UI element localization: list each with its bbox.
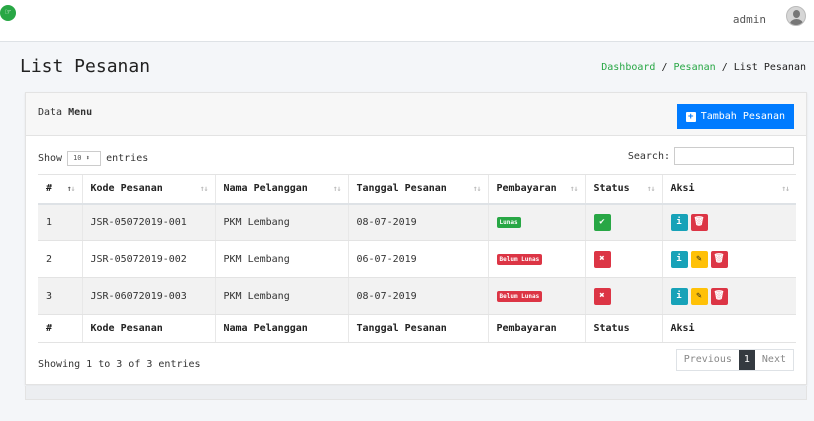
- previous-page-button[interactable]: Previous: [677, 350, 739, 370]
- footer-header-number: #: [38, 314, 82, 343]
- trash-icon[interactable]: 🗑: [710, 287, 728, 305]
- card-title: Data Menu: [38, 107, 92, 118]
- breadcrumb-pesanan[interactable]: Pesanan: [674, 62, 716, 73]
- column-header-kode[interactable]: Kode Pesanan ↑↓: [81, 174, 215, 205]
- cell-nama: PKM Lembang: [214, 277, 348, 315]
- breadcrumb-separator: /: [721, 62, 734, 73]
- user-avatar[interactable]: [786, 6, 806, 26]
- page-title: List Pesanan: [20, 56, 151, 77]
- payment-status-badge: Belum Lunas: [496, 291, 543, 302]
- cell-tanggal: 06-07-2019: [347, 240, 488, 278]
- pencil-icon[interactable]: ✎: [690, 287, 708, 305]
- table-footer-row: # Kode Pesanan Nama Pelanggan Tanggal Pe…: [38, 314, 796, 343]
- cell-pembayaran: Belum Lunas: [487, 277, 585, 315]
- table-header-row: # ↑↓ Kode Pesanan ↑↓ Nama Pelanggan ↑↓ Tang…: [38, 174, 796, 205]
- table-row: 2 JSR-05072019-002 PKM Lembang 06-07-201…: [38, 240, 796, 278]
- user-name[interactable]: admin: [733, 13, 766, 26]
- cell-pembayaran: Lunas: [487, 203, 585, 241]
- sort-icon: ↑↓: [332, 184, 342, 193]
- cell-kode: JSR-05072019-001: [81, 203, 215, 241]
- payment-status-badge: Lunas: [496, 217, 521, 229]
- cell-number: 3: [38, 277, 82, 315]
- column-header-nama[interactable]: Nama Pelanggan ↑↓: [214, 174, 348, 205]
- cell-number: 2: [38, 240, 82, 278]
- next-page-button[interactable]: Next: [755, 350, 793, 370]
- search-label: Search:: [627, 150, 670, 162]
- breadcrumb-current: List Pesanan: [733, 62, 806, 73]
- add-order-label: Tambah Pesanan: [700, 111, 785, 122]
- logo-icon[interactable]: ☞: [0, 5, 16, 21]
- column-header-number[interactable]: # ↑↓: [38, 174, 82, 205]
- check-icon[interactable]: ✔: [593, 213, 611, 231]
- footer-header-pembayaran: Pembayaran: [487, 314, 585, 343]
- footer-header-status: Status: [584, 314, 662, 343]
- footer-header-nama: Nama Pelanggan: [214, 314, 348, 343]
- data-card: Data Menu + Tambah Pesanan Show 10 ⬍ ent…: [25, 92, 807, 385]
- cell-status: ✔: [584, 203, 662, 241]
- table-info: Showing 1 to 3 of 3 entries: [38, 359, 201, 370]
- column-header-aksi[interactable]: Aksi ↑↓: [661, 174, 796, 205]
- show-label: Show: [38, 153, 63, 164]
- footer-header-tanggal: Tanggal Pesanan: [347, 314, 488, 343]
- close-icon[interactable]: ✖: [593, 287, 611, 305]
- search-input[interactable]: [674, 147, 794, 165]
- orders-table: # ↑↓ Kode Pesanan ↑↓ Nama Pelanggan ↑↓ Tang…: [38, 174, 796, 343]
- info-icon[interactable]: i: [670, 213, 688, 231]
- payment-status-badge: Belum Lunas: [496, 254, 543, 265]
- info-icon[interactable]: i: [670, 287, 688, 305]
- add-order-button[interactable]: + Tambah Pesanan: [676, 104, 794, 129]
- cell-number: 1: [38, 203, 82, 241]
- cell-tanggal: 08-07-2019: [347, 277, 488, 315]
- top-navbar: ☞ admin: [0, 0, 814, 42]
- cell-tanggal: 08-07-2019: [347, 203, 488, 241]
- cell-aksi: i 🗑: [661, 203, 796, 241]
- breadcrumb: Dashboard / Pesanan / List Pesanan: [601, 62, 806, 73]
- trash-icon[interactable]: 🗑: [690, 213, 708, 231]
- table-row: 3 JSR-06072019-003 PKM Lembang 08-07-201…: [38, 277, 796, 315]
- column-header-tanggal[interactable]: Tanggal Pesanan ↑↓: [347, 174, 488, 205]
- entries-length-select[interactable]: 10 ⬍: [67, 151, 102, 166]
- info-icon[interactable]: i: [670, 250, 688, 268]
- entries-length-value: 10: [73, 154, 82, 162]
- footer-header-kode: Kode Pesanan: [81, 314, 215, 343]
- cell-kode: JSR-05072019-002: [81, 240, 215, 278]
- table-row: 1 JSR-05072019-001 PKM Lembang 08-07-201…: [38, 203, 796, 241]
- cell-pembayaran: Belum Lunas: [487, 240, 585, 278]
- cell-nama: PKM Lembang: [214, 240, 348, 278]
- trash-icon[interactable]: 🗑: [710, 250, 728, 268]
- card-bottom-strip: [25, 386, 807, 400]
- chevron-down-icon: ⬍: [85, 154, 90, 162]
- sort-icon: ↑↓: [781, 184, 790, 193]
- cell-status: ✖: [584, 240, 662, 278]
- column-header-status[interactable]: Status ↑↓: [584, 174, 662, 205]
- cell-aksi: i ✎ 🗑: [661, 277, 796, 315]
- cell-status: ✖: [584, 277, 662, 315]
- sort-icon: ↑↓: [66, 184, 76, 193]
- cell-kode: JSR-06072019-003: [81, 277, 215, 315]
- search-control: Search:: [628, 147, 794, 165]
- plus-icon: +: [685, 111, 696, 122]
- sort-icon: ↑↓: [472, 184, 482, 193]
- footer-header-aksi: Aksi: [661, 314, 796, 343]
- cell-nama: PKM Lembang: [214, 203, 348, 241]
- card-title-prefix: Data: [38, 107, 69, 118]
- column-header-pembayaran[interactable]: Pembayaran ↑↓: [487, 174, 585, 205]
- cell-aksi: i ✎ 🗑: [661, 240, 796, 278]
- sort-icon: ↑↓: [646, 184, 656, 193]
- sort-icon: ↑↓: [199, 184, 209, 193]
- entries-length-control: Show 10 ⬍ entries: [38, 151, 148, 166]
- card-header: Data Menu + Tambah Pesanan: [26, 93, 806, 136]
- page-1-button[interactable]: 1: [738, 350, 755, 370]
- sort-icon: ↑↓: [569, 184, 579, 193]
- pencil-icon[interactable]: ✎: [690, 250, 708, 268]
- breadcrumb-dashboard[interactable]: Dashboard: [601, 62, 655, 73]
- pagination: Previous 1 Next: [675, 349, 794, 371]
- breadcrumb-separator: /: [661, 62, 674, 73]
- entries-label: entries: [106, 153, 149, 164]
- card-title-bold: Menu: [68, 107, 93, 118]
- close-icon[interactable]: ✖: [593, 250, 611, 268]
